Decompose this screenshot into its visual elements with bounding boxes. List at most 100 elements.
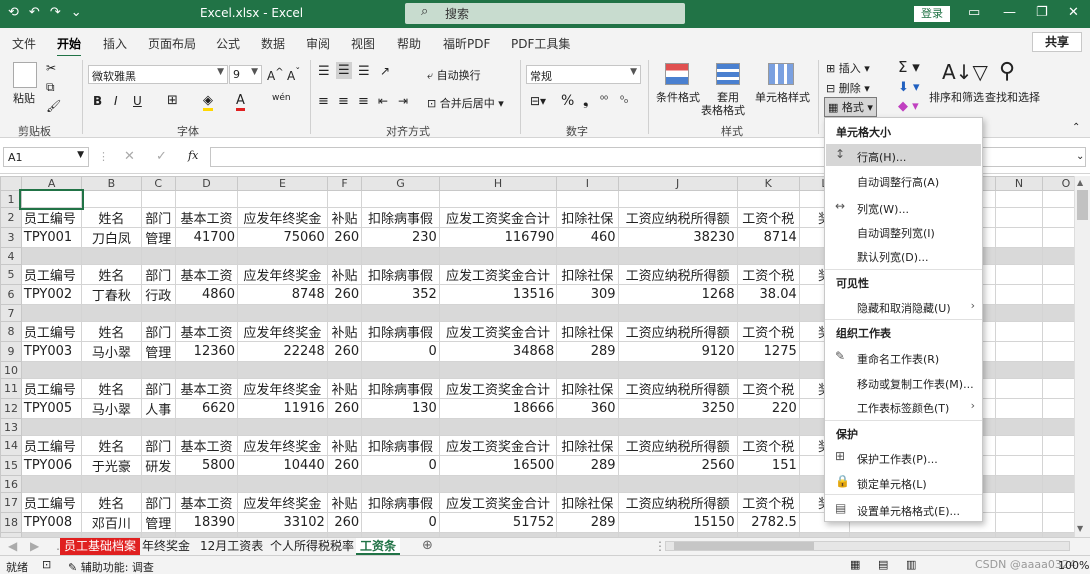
- value-cell[interactable]: 18390: [174, 512, 239, 533]
- menu-item-tab-color[interactable]: 工作表标签颜色(T) ›: [826, 395, 981, 417]
- value-cell[interactable]: 管理: [140, 227, 176, 248]
- value-cell[interactable]: 130: [361, 398, 440, 419]
- header-cell[interactable]: 应发年终奖金: [237, 264, 328, 285]
- value-cell[interactable]: 1275: [736, 341, 800, 362]
- value-cell[interactable]: 行政: [140, 284, 176, 305]
- header-cell[interactable]: 工资个税: [736, 378, 800, 399]
- header-cell[interactable]: 扣除社保: [556, 492, 619, 513]
- autosum-icon[interactable]: Σ ▾: [898, 58, 920, 76]
- value-cell[interactable]: 15150: [617, 512, 738, 533]
- column-header[interactable]: F: [326, 176, 363, 191]
- decrease-font-icon[interactable]: Aˇ: [287, 67, 300, 83]
- header-cell[interactable]: 工资应纳税所得额: [617, 207, 738, 228]
- cell[interactable]: [140, 418, 176, 436]
- cell[interactable]: [995, 475, 1043, 493]
- column-header[interactable]: H: [438, 176, 558, 191]
- value-cell[interactable]: TPY008: [20, 512, 83, 533]
- close-button[interactable]: ✕: [1068, 5, 1079, 20]
- header-cell[interactable]: 员工编号: [20, 207, 83, 228]
- fill-color-icon[interactable]: ◈: [203, 93, 213, 111]
- delete-cells-button[interactable]: ⊟ 删除 ▾: [826, 80, 870, 96]
- row-header[interactable]: 6: [0, 284, 22, 305]
- column-header[interactable]: C: [140, 176, 176, 191]
- header-cell[interactable]: 基本工资: [174, 264, 239, 285]
- value-cell[interactable]: 马小翠: [81, 398, 142, 419]
- scroll-up-icon[interactable]: ▲: [1077, 178, 1083, 187]
- cell[interactable]: [20, 418, 83, 436]
- italic-icon[interactable]: I: [114, 94, 118, 108]
- add-sheet-icon[interactable]: ⊕: [418, 538, 437, 555]
- header-cell[interactable]: 扣除社保: [556, 264, 619, 285]
- menu-item-default-width[interactable]: 默认列宽(D)...: [826, 244, 981, 266]
- tab-page-layout[interactable]: 页面布局: [148, 35, 196, 52]
- fill-icon[interactable]: ⬇ ▾: [898, 80, 920, 95]
- value-cell[interactable]: 8714: [736, 227, 800, 248]
- customize-icon[interactable]: ⌄: [71, 5, 82, 20]
- header-cell[interactable]: 部门: [140, 492, 176, 513]
- header-cell[interactable]: 姓名: [81, 378, 142, 399]
- cell[interactable]: [81, 190, 142, 208]
- value-cell[interactable]: 管理: [140, 341, 176, 362]
- value-cell[interactable]: 38230: [617, 227, 738, 248]
- share-button[interactable]: 共享: [1032, 32, 1082, 52]
- cell[interactable]: [438, 475, 558, 493]
- header-cell[interactable]: 应发工资奖金合计: [438, 264, 558, 285]
- cell[interactable]: [736, 361, 800, 379]
- conditional-format-icon[interactable]: [665, 63, 689, 85]
- header-cell[interactable]: 员工编号: [20, 435, 83, 456]
- header-cell[interactable]: 工资个税: [736, 207, 800, 228]
- row-header[interactable]: 10: [0, 361, 22, 379]
- value-cell[interactable]: 0: [361, 455, 440, 476]
- scroll-down-icon[interactable]: ▼: [1077, 524, 1083, 533]
- header-cell[interactable]: 工资个税: [736, 321, 800, 342]
- header-cell[interactable]: 部门: [140, 321, 176, 342]
- cell[interactable]: [736, 304, 800, 322]
- cell[interactable]: [438, 418, 558, 436]
- value-cell[interactable]: 309: [556, 284, 619, 305]
- header-cell[interactable]: 扣除病事假: [361, 207, 440, 228]
- increase-font-icon[interactable]: A^: [267, 67, 284, 83]
- underline-icon[interactable]: U: [133, 94, 142, 108]
- cell[interactable]: [438, 304, 558, 322]
- page-break-view-icon[interactable]: ▥: [906, 558, 916, 571]
- header-cell[interactable]: [995, 264, 1043, 285]
- header-cell[interactable]: 扣除社保: [556, 321, 619, 342]
- value-cell[interactable]: 260: [326, 341, 363, 362]
- header-cell[interactable]: 基本工资: [174, 435, 239, 456]
- cell[interactable]: [556, 190, 619, 208]
- value-cell[interactable]: 289: [556, 512, 619, 533]
- phonetic-icon[interactable]: wén: [272, 93, 291, 103]
- menu-item-lock-cell[interactable]: 🔒 锁定单元格(L): [826, 471, 981, 493]
- value-cell[interactable]: 289: [556, 455, 619, 476]
- header-cell[interactable]: 应发工资奖金合计: [438, 207, 558, 228]
- header-cell[interactable]: 工资个税: [736, 492, 800, 513]
- restore-button[interactable]: ❐: [1036, 5, 1048, 20]
- cell[interactable]: [556, 418, 619, 436]
- header-cell[interactable]: 工资应纳税所得额: [617, 435, 738, 456]
- header-cell[interactable]: 部门: [140, 378, 176, 399]
- cell[interactable]: [140, 475, 176, 493]
- align-center-icon[interactable]: ≡: [338, 94, 349, 109]
- login-button[interactable]: 登录: [914, 6, 950, 22]
- column-header[interactable]: N: [995, 176, 1043, 191]
- value-cell[interactable]: 邓百川: [81, 512, 142, 533]
- header-cell[interactable]: 扣除社保: [556, 207, 619, 228]
- header-cell[interactable]: 部门: [140, 207, 176, 228]
- row-header[interactable]: 9: [0, 341, 22, 362]
- cell[interactable]: [556, 475, 619, 493]
- page-layout-view-icon[interactable]: ▤: [878, 558, 888, 571]
- clear-icon[interactable]: ◆ ▾: [898, 99, 919, 114]
- column-header[interactable]: I: [556, 176, 619, 191]
- row-header[interactable]: 14: [0, 435, 22, 456]
- cell[interactable]: [140, 190, 176, 208]
- cell[interactable]: [174, 304, 239, 322]
- tab-pdf-tools[interactable]: PDF工具集: [511, 35, 570, 52]
- cell[interactable]: [174, 475, 239, 493]
- row-header[interactable]: 7: [0, 304, 22, 322]
- row-header[interactable]: 3: [0, 227, 22, 248]
- cell[interactable]: [140, 304, 176, 322]
- value-cell[interactable]: 51752: [438, 512, 558, 533]
- value-cell[interactable]: TPY002: [20, 284, 83, 305]
- border-icon[interactable]: ⊞: [167, 93, 178, 108]
- cell[interactable]: [556, 304, 619, 322]
